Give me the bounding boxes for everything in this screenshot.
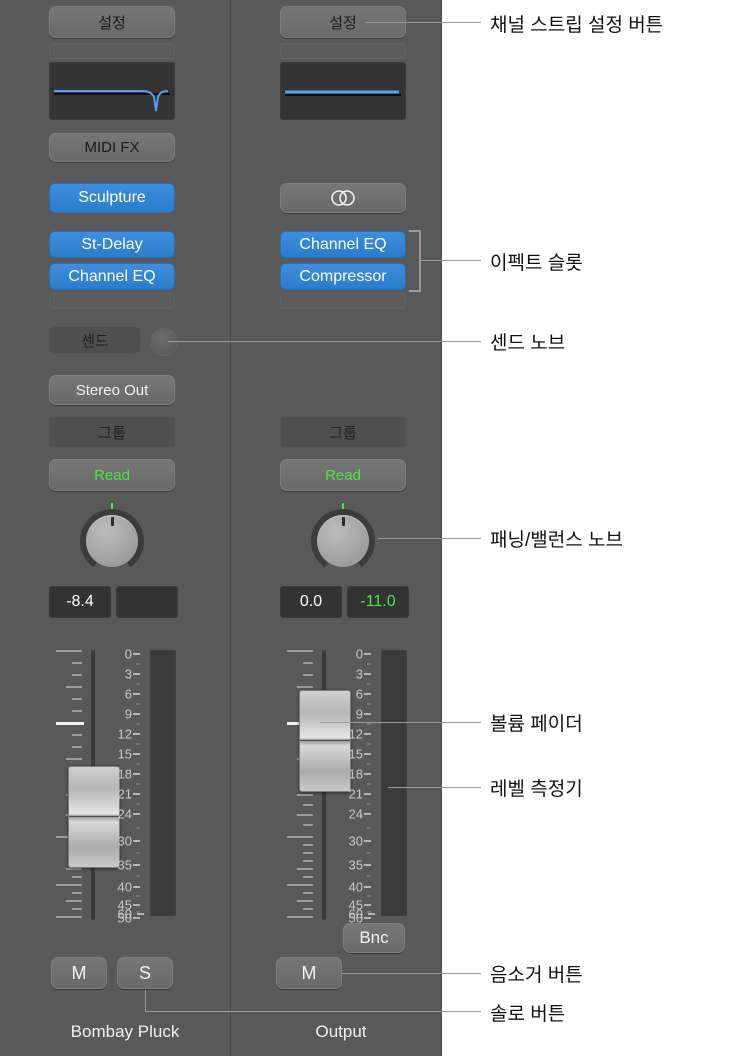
pan-knob-pointer-output <box>342 517 345 526</box>
audio-fx-slot-empty[interactable] <box>49 293 175 309</box>
callout-line-solo-button-vertical <box>145 990 146 1012</box>
callout-line-effect-slot <box>420 260 481 261</box>
volume-value-field-output[interactable]: 0.0 <box>280 586 342 618</box>
instrument-slot[interactable]: Sculpture <box>49 183 175 213</box>
effect-slot-bracket <box>408 230 430 297</box>
eq-thumbnail-display[interactable] <box>49 62 175 120</box>
pan-balance-knob-output[interactable] <box>308 503 378 573</box>
bounce-button[interactable]: Bnc <box>343 923 405 953</box>
callout-label-mute-button: 음소거 버튼 <box>490 965 583 986</box>
channel-strip-settings-button[interactable]: 설정 <box>49 6 175 38</box>
callout-line-pan-balance-knob <box>378 538 481 539</box>
callout-label-level-meter: 레벨 측정기 <box>490 779 583 800</box>
channel-strip-output: 설정 Channel EQ Compressor 그룹 Read 0.0 -11… <box>240 0 442 1056</box>
mixer-panel: 설정 MIDI FX Sculpture St-Delay Channel EQ… <box>0 0 442 1056</box>
level-meter-scale-output: 0 3 6 9 12 15 18 21 24 30 35 40 45 50 <box>335 647 377 926</box>
level-meter-bar-output <box>381 650 407 916</box>
midi-fx-button[interactable]: MIDI FX <box>49 133 175 162</box>
callout-label-channel-strip-settings: 채널 스트립 설정 버튼 <box>490 15 664 36</box>
level-meter-dash-60 <box>137 913 144 915</box>
mute-button[interactable]: M <box>51 957 107 989</box>
audio-fx-slot-2-output[interactable]: Compressor <box>280 263 406 290</box>
output-slot-button[interactable]: Stereo Out <box>49 375 175 405</box>
callout-label-effect-slot: 이펙트 슬롯 <box>490 253 583 274</box>
volume-value-field[interactable]: -8.4 <box>49 586 111 618</box>
strip-divider <box>230 0 231 1056</box>
callout-line-mute-button <box>342 973 481 974</box>
channel-strip-name-output[interactable]: Output <box>240 1022 442 1042</box>
peak-value-field-output[interactable]: -11.0 <box>347 586 409 618</box>
audio-fx-slot-2[interactable]: Channel EQ <box>49 263 175 290</box>
pan-knob-pointer <box>111 517 114 526</box>
callout-line-send-knob <box>168 341 481 342</box>
callout-line-solo-button-horizontal <box>145 1011 481 1012</box>
solo-button[interactable]: S <box>117 957 173 989</box>
eq-thumbnail-display-output[interactable] <box>280 62 406 120</box>
audio-fx-slot-1-output[interactable]: Channel EQ <box>280 231 406 258</box>
audio-fx-slot-1[interactable]: St-Delay <box>49 231 175 258</box>
automation-mode-button-output[interactable]: Read <box>280 459 406 491</box>
callout-label-pan-balance-knob: 패닝/밸런스 노브 <box>490 530 623 551</box>
audio-fx-slot-empty-output[interactable] <box>280 293 406 309</box>
channel-strip-bombay-pluck: 설정 MIDI FX Sculpture St-Delay Channel EQ… <box>20 0 230 1056</box>
group-button-output[interactable]: 그룹 <box>280 416 406 448</box>
channel-strip-name[interactable]: Bombay Pluck <box>20 1022 230 1042</box>
pan-balance-knob[interactable] <box>77 503 147 573</box>
stereo-output-slot[interactable] <box>280 183 406 213</box>
mute-button-output[interactable]: M <box>276 957 342 989</box>
peak-value-field[interactable] <box>116 586 178 618</box>
eq-slot-placeholder-output[interactable] <box>280 43 406 59</box>
group-button[interactable]: 그룹 <box>49 416 175 448</box>
callout-line-level-meter <box>388 787 481 788</box>
send-knob[interactable] <box>150 328 178 356</box>
level-meter-scale: 0 3 6 9 12 15 18 21 24 30 35 40 45 50 <box>104 647 146 926</box>
eq-slot-placeholder[interactable] <box>49 43 175 59</box>
callout-label-solo-button: 솔로 버튼 <box>490 1004 566 1025</box>
callout-label-send-knob: 센드 노브 <box>490 333 566 354</box>
send-slot-button[interactable]: 센드 <box>49 326 141 354</box>
level-meter-dash-60-output <box>368 913 375 915</box>
stereo-circles-icon <box>328 189 358 207</box>
automation-mode-button[interactable]: Read <box>49 459 175 491</box>
level-meter-bar <box>150 650 176 916</box>
callout-line-volume-fader <box>320 722 481 723</box>
callout-line-channel-strip-settings <box>366 22 481 23</box>
callout-label-volume-fader: 볼륨 페이더 <box>490 714 583 735</box>
